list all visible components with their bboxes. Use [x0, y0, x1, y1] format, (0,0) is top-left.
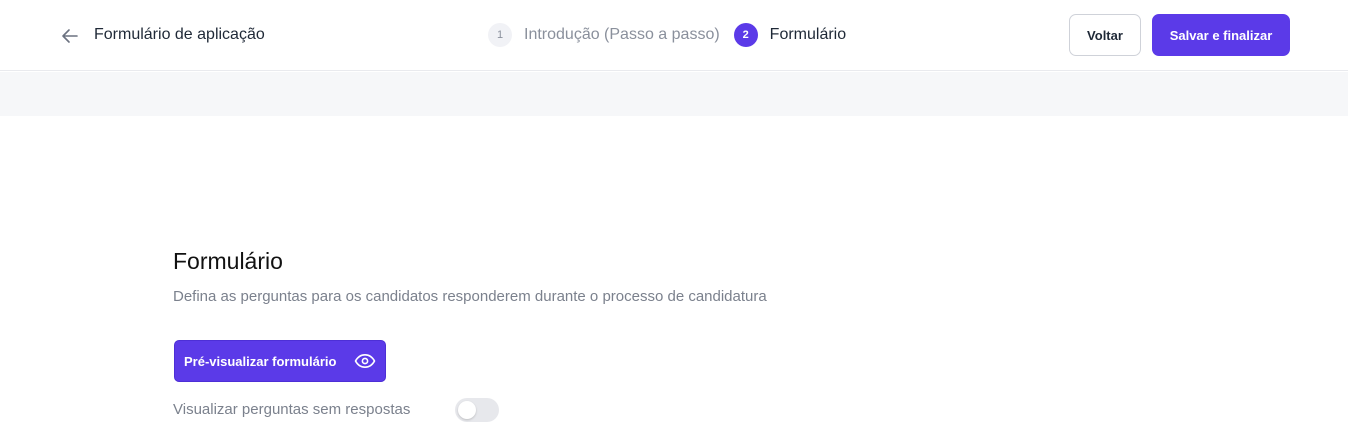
toggle-knob [458, 401, 476, 419]
arrow-left-icon [62, 29, 78, 43]
preview-form-button[interactable]: Pré-visualizar formulário [174, 340, 386, 382]
section-title: Formulário [173, 248, 283, 274]
step-label: Formulário [769, 26, 847, 43]
save-and-finish-button[interactable]: Salvar e finalizar [1152, 14, 1290, 56]
step-formulario[interactable]: 2 Formulário [733, 23, 847, 47]
header-band [0, 72, 1348, 116]
step-introducao[interactable]: 1 Introdução (Passo a passo) [488, 23, 720, 47]
show-unanswered-label: Visualizar perguntas sem respostas [173, 401, 411, 418]
show-unanswered-toggle[interactable] [455, 398, 499, 422]
step-number: 2 [733, 23, 758, 47]
section-subtitle: Defina as perguntas para os candidatos r… [173, 288, 767, 305]
step-label: Introdução (Passo a passo) [524, 26, 720, 43]
eye-icon [353, 351, 377, 371]
top-bar: Formulário de aplicação 1 Introdução (Pa… [0, 0, 1348, 71]
step-number: 1 [488, 23, 512, 47]
page-title: Formulário de aplicação [94, 26, 265, 43]
back-arrow-button[interactable] [58, 24, 82, 48]
voltar-button[interactable]: Voltar [1069, 14, 1141, 56]
preview-form-button-label: Pré-visualizar formulário [184, 353, 337, 369]
stepper: 1 Introdução (Passo a passo) 2 Formulári… [488, 23, 846, 47]
